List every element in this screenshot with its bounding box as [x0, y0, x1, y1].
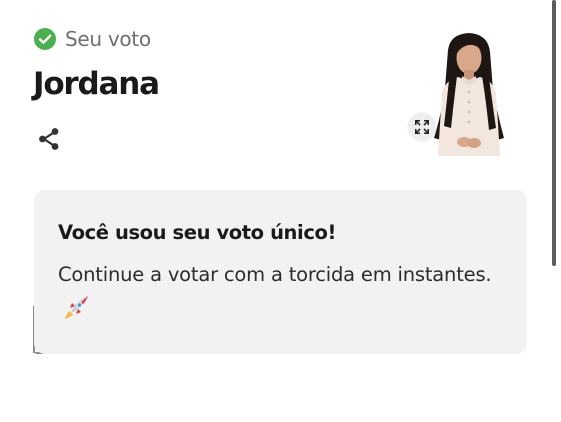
share-icon	[39, 128, 59, 150]
vote-status: Seu voto	[34, 27, 151, 51]
candidate-photo	[420, 30, 518, 156]
card-body-text: Continue a votar com a torcida em instan…	[58, 263, 492, 286]
card-title: Você usou seu voto único!	[58, 221, 336, 244]
candidate-name: Jordana	[33, 66, 160, 102]
check-circle-icon	[34, 28, 56, 50]
vote-status-label: Seu voto	[65, 27, 151, 51]
share-button[interactable]	[36, 126, 62, 152]
scrollbar[interactable]	[552, 0, 556, 266]
card-body: Continue a votar com a torcida em instan…	[58, 256, 498, 330]
rocket-icon	[62, 294, 90, 322]
expand-icon	[415, 120, 429, 134]
expand-button[interactable]	[408, 113, 436, 141]
vote-confirmation-card: Você usou seu voto único! Continue a vot…	[34, 190, 527, 354]
